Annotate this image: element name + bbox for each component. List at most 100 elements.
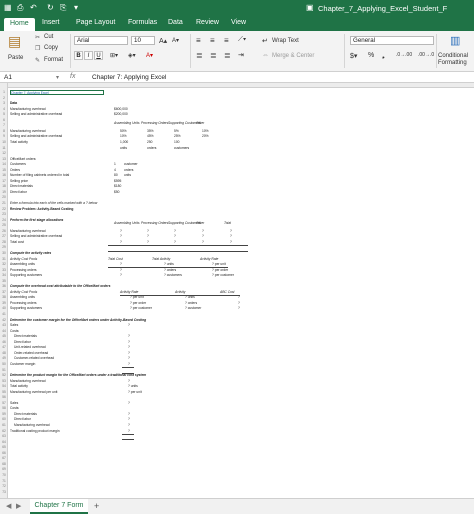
row-number: 71 [2,478,6,483]
next-sheet-icon[interactable]: ▶ [16,502,21,510]
tab-review[interactable]: Review [196,19,219,26]
redo-icon[interactable]: ↻ [47,3,54,12]
tab-insert[interactable]: Insert [42,19,60,26]
row-number: 22 [2,206,6,211]
sheet-tab-chapter-7-form[interactable]: Chapter 7 Form [30,499,88,514]
cell-label: Number of filing cabinets ordered in tot… [10,173,70,178]
formula-input[interactable]: Chapter 7: Applying Excel [92,74,166,81]
increase-font-icon[interactable]: A▴ [159,37,167,45]
cell-label: Manufacturing overhead [10,128,46,133]
name-box-dropdown-icon[interactable]: ▾ [56,74,59,81]
cell-label: Activity Cost Pools [10,289,38,294]
cell-value: ? [174,228,176,233]
prev-sheet-icon[interactable]: ◀ [6,502,11,510]
cut-button[interactable]: Cut [44,34,53,40]
copy-icon[interactable]: ❐ [35,45,40,52]
cell-value: units [120,145,127,150]
paste-button[interactable]: Paste [8,55,23,61]
cell-value: ? [128,417,130,422]
indent-icon[interactable]: ⇥ [238,51,244,59]
align-top-icon[interactable]: ≡ [196,36,201,45]
comma-icon[interactable]: ❟ [382,52,385,60]
cell-value: ? [128,411,130,416]
cell-label: Manufacturing overhead [10,106,46,111]
divider [190,34,191,68]
merge-center-button[interactable]: Merge & Center [272,53,314,59]
grid-app-icon[interactable]: ▦ [4,3,12,12]
percent-icon[interactable]: % [368,52,374,59]
fx-icon[interactable]: fx [70,73,75,80]
tab-data[interactable]: Data [168,19,183,26]
cell-value: ? per unit [130,295,144,300]
row-number: 67 [2,456,6,461]
align-bottom-icon[interactable]: ≡ [224,36,229,45]
scissors-icon[interactable]: ✂ [35,34,40,41]
cell-value: ? units [128,384,138,389]
name-box[interactable]: A1 [4,74,52,81]
spreadsheet-grid[interactable]: 1 2 3 4 5 6 7 8 9 10 11 12 13 14 15 16 17 18 19 20 21 22 23 24 2… [0,83,474,498]
cell-label: Chapter 7: Applying Excel [10,90,104,95]
merge-icon[interactable]: ⇔ [262,52,269,59]
underline-button[interactable]: U [94,51,103,60]
tab-formulas[interactable]: Formulas [128,19,157,26]
font-family-select[interactable]: Arial [74,36,128,45]
orientation-icon[interactable]: ⟋▾ [238,36,246,44]
row-number: 37 [2,289,6,294]
font-size-select[interactable]: 10 [131,36,155,45]
column-headers[interactable] [0,83,474,88]
cell-value: ? customers [164,273,182,278]
row-number: 7 [3,123,5,128]
tab-page-layout[interactable]: Page Layout [76,19,115,26]
save-icon[interactable]: ⎙ [17,3,23,13]
tab-view[interactable]: View [231,19,246,26]
italic-button[interactable]: I [84,51,93,60]
underline-border [120,294,240,296]
cell-label: Customer margin [10,361,36,366]
column-header: Processing Orders [141,121,169,126]
bold-button[interactable]: B [74,51,83,60]
conditional-formatting-button[interactable]: Conditional [438,53,468,59]
align-center-icon[interactable]: ≣ [210,51,217,60]
row-number: 44 [2,328,6,333]
cell-value: ? orders [185,300,198,305]
increase-decimal-icon[interactable]: .0→.00 [396,52,412,58]
decrease-font-icon[interactable]: A▾ [172,37,179,44]
column-header: Other [196,121,205,126]
row-number: 40 [2,306,6,311]
align-right-icon[interactable]: ≣ [224,51,231,60]
conditional-formatting-icon[interactable]: ▥ [450,34,460,47]
cell-label: Manufacturing overhead per unit [10,389,58,394]
format-painter-button[interactable]: Format [44,57,63,63]
row-number: 17 [2,178,6,183]
decrease-decimal-icon[interactable]: .00→.0 [418,52,434,58]
align-middle-icon[interactable]: ≡ [210,36,215,45]
wrap-text-icon[interactable]: ↵ [262,37,268,45]
column-header: Total Cost [108,256,123,261]
fill-color-icon[interactable]: ◈▾ [128,52,136,59]
paste-icon[interactable]: ▤ [8,33,21,50]
print-icon[interactable]: ⎘ [60,3,66,13]
tab-home[interactable]: Home [4,18,35,31]
currency-icon[interactable]: $▾ [350,52,357,60]
font-color-icon[interactable]: A▾ [146,52,153,59]
undo-icon[interactable]: ↶ [30,3,37,12]
underline-border [122,439,134,441]
cell-label: Manufacturing overhead [10,378,46,383]
cell-value: ? [128,334,130,339]
add-sheet-icon[interactable]: + [94,501,99,511]
row-number: 9 [3,134,5,139]
row-headers[interactable]: 1 2 3 4 5 6 7 8 9 10 11 12 13 14 15 16 17 18 19 20 21 22 23 24 2… [0,83,8,498]
row-number: 55 [2,389,6,394]
row-number: 62 [2,428,6,433]
column-header: Other [196,221,205,226]
row-number: 73 [2,489,6,494]
wrap-text-button[interactable]: Wrap Text [272,38,299,44]
customize-toolbar-icon[interactable]: ▾ [74,3,78,12]
cell-value: $50 [114,189,120,194]
align-left-icon[interactable]: ≣ [196,51,203,60]
brush-icon[interactable]: ✎ [35,57,40,64]
borders-icon[interactable]: ⊞▾ [110,52,118,59]
number-format-select[interactable]: General [350,36,434,45]
cell-value: ? [128,428,130,433]
copy-button[interactable]: Copy [44,45,58,51]
